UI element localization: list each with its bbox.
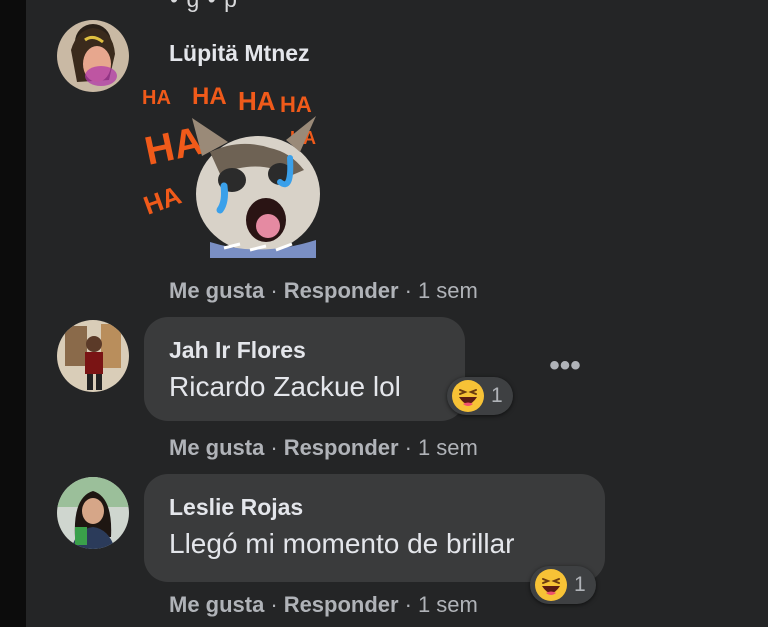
reaction-count: 1 — [491, 384, 503, 407]
reaction-count: 1 — [574, 573, 586, 596]
laughing-cat-sticker: HA HA HA HA HA HA HA — [140, 83, 320, 258]
avatar[interactable] — [57, 20, 129, 92]
comment-actions: Me gusta · Responder · 1 sem — [169, 592, 478, 617]
reaction-badge[interactable]: 1 — [530, 566, 596, 604]
left-edge-strip — [0, 0, 26, 627]
avatar[interactable] — [57, 477, 129, 549]
sticker-text: HA — [238, 86, 276, 116]
reply-button[interactable]: Responder — [284, 435, 399, 460]
comment-author[interactable]: Leslie Rojas — [169, 494, 303, 521]
comment-bubble: Leslie Rojas Llegó mi momento de brillar — [144, 474, 605, 582]
reaction-badge[interactable]: 1 — [447, 377, 513, 415]
timestamp[interactable]: 1 sem — [418, 592, 478, 617]
comment-text: Llegó mi momento de brillar — [169, 528, 515, 559]
clipped-previous-text: • g • p — [170, 0, 238, 13]
comment-author[interactable]: Jah Ir Flores — [169, 337, 306, 364]
comment-actions: Me gusta · Responder · 1 sem — [169, 278, 478, 303]
haha-emoji-icon — [535, 569, 567, 601]
timestamp[interactable]: 1 sem — [418, 278, 478, 303]
avatar[interactable] — [57, 320, 129, 392]
more-options-icon[interactable]: ••• — [545, 351, 585, 386]
timestamp[interactable]: 1 sem — [418, 435, 478, 460]
sticker-text: HA — [140, 180, 185, 221]
haha-emoji-icon — [452, 380, 484, 412]
sticker-text: HA — [280, 92, 312, 117]
reply-button[interactable]: Responder — [284, 278, 399, 303]
sticker-text: HA — [192, 83, 227, 110]
comment-bubble: Jah Ir Flores Ricardo Zackue lol — [144, 317, 465, 421]
reply-button[interactable]: Responder — [284, 592, 399, 617]
comment-actions: Me gusta · Responder · 1 sem — [169, 435, 478, 460]
like-button[interactable]: Me gusta — [169, 592, 264, 617]
comment-text: Ricardo Zackue lol — [169, 371, 401, 402]
comment-author[interactable]: Lüpitä Mtnez — [169, 40, 310, 67]
like-button[interactable]: Me gusta — [169, 278, 264, 303]
like-button[interactable]: Me gusta — [169, 435, 264, 460]
sticker-text: HA — [142, 87, 171, 109]
